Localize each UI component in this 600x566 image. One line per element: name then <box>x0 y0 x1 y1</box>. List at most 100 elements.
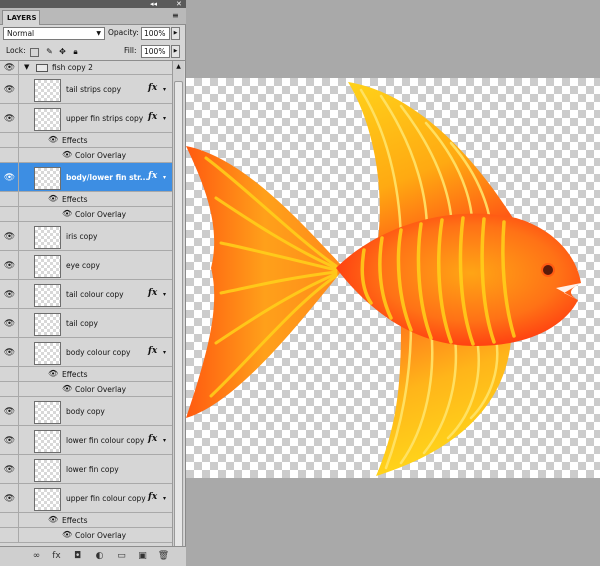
fx-expand-icon[interactable]: ▾ <box>163 86 166 93</box>
layer-row[interactable]: 👁︎ body copy <box>0 397 172 426</box>
fx-icon[interactable]: fx <box>148 346 157 356</box>
expand-triangle-icon[interactable]: ▼ <box>24 63 29 71</box>
layer-row[interactable]: 👁︎ body colour copy fx ▾ <box>0 338 172 367</box>
layer-thumbnail[interactable] <box>34 108 61 131</box>
folder-icon[interactable]: ▭ <box>115 550 128 563</box>
visibility-eye-icon[interactable]: 👁︎ <box>3 114 16 124</box>
effect-visibility-eye-icon[interactable]: 👁︎ <box>48 515 58 524</box>
mask-icon[interactable]: ◘ <box>71 550 84 563</box>
fx-icon[interactable]: fx <box>148 112 157 122</box>
link-icon[interactable]: ∞ <box>30 550 43 563</box>
fx-expand-icon[interactable]: ▾ <box>163 115 166 122</box>
lock-transparency-icon[interactable] <box>30 48 39 57</box>
layer-row[interactable]: 👁︎ tail copy <box>0 309 172 338</box>
fx-icon[interactable]: fx <box>148 434 157 444</box>
layer-row[interactable]: 👁︎ body/lower fin str... fx ▾ <box>0 163 172 192</box>
lock-image-icon[interactable]: ✎ <box>45 47 54 56</box>
scroll-thumb[interactable] <box>174 81 183 561</box>
visibility-eye-icon[interactable]: 👁︎ <box>3 348 16 358</box>
opacity-field[interactable]: 100% <box>141 27 170 40</box>
visibility-eye-icon[interactable]: 👁︎ <box>3 232 16 242</box>
effect-visibility-eye-icon[interactable]: 👁︎ <box>62 150 72 159</box>
lock-label: Lock: <box>6 46 26 55</box>
layer-thumbnail[interactable] <box>34 167 61 190</box>
fx-expand-icon[interactable]: ▾ <box>163 437 166 444</box>
visibility-eye-icon[interactable]: 👁︎ <box>3 63 16 73</box>
effect-visibility-eye-icon[interactable]: 👁︎ <box>48 369 58 378</box>
close-icon[interactable]: ✕ <box>176 0 182 8</box>
layer-row[interactable]: 👁︎ lower fin copy <box>0 455 172 484</box>
lock-position-icon[interactable]: ✥ <box>58 47 67 56</box>
effect-visibility-eye-icon[interactable]: 👁︎ <box>62 384 72 393</box>
scroll-up-icon[interactable]: ▲ <box>173 61 184 72</box>
layer-thumbnail[interactable] <box>34 284 61 307</box>
layer-row[interactable]: 👁︎ upper fin colour copy fx ▾ <box>0 484 172 513</box>
effects-row[interactable]: 👁︎ Effects <box>0 367 172 382</box>
panel-menu-icon[interactable]: ≡ <box>172 11 182 21</box>
visibility-eye-icon[interactable]: 👁︎ <box>3 290 16 300</box>
opacity-stepper[interactable]: ▶ <box>171 27 180 40</box>
layer-thumbnail[interactable] <box>34 255 61 278</box>
visibility-eye-icon[interactable]: 👁︎ <box>3 85 16 95</box>
tab-layers[interactable]: LAYERS <box>2 10 40 25</box>
row-divider <box>18 75 19 103</box>
effect-row[interactable]: 👁︎ Color Overlay <box>0 528 172 543</box>
effects-row[interactable]: 👁︎ Effects <box>0 192 172 207</box>
document-canvas[interactable] <box>186 78 600 478</box>
effect-visibility-eye-icon[interactable]: 👁︎ <box>62 209 72 218</box>
layer-thumbnail[interactable] <box>34 488 61 511</box>
visibility-eye-icon[interactable]: 👁︎ <box>3 465 16 475</box>
layer-name: body/lower fin str... <box>66 173 149 182</box>
layer-row[interactable]: 👁︎ eye copy <box>0 251 172 280</box>
visibility-eye-icon[interactable]: 👁︎ <box>3 319 16 329</box>
layer-row[interactable]: 👁︎ tail colour copy fx ▾ <box>0 280 172 309</box>
layer-list: 👁︎ ▼ fish copy 2 👁︎ tail strips copy fx ▾ 👁︎ upp… <box>0 61 172 546</box>
visibility-eye-icon[interactable]: 👁︎ <box>3 436 16 446</box>
layer-row[interactable]: 👁︎ upper fin strips copy fx ▾ <box>0 104 172 133</box>
layer-thumbnail[interactable] <box>34 226 61 249</box>
new-layer-icon[interactable]: ▣ <box>136 550 149 563</box>
effect-row[interactable]: 👁︎ Color Overlay <box>0 148 172 163</box>
fx-expand-icon[interactable]: ▾ <box>163 349 166 356</box>
adjustment-icon[interactable]: ◐ <box>93 550 106 563</box>
fx-expand-icon[interactable]: ▾ <box>163 495 166 502</box>
layer-thumbnail[interactable] <box>34 342 61 365</box>
fx-icon[interactable]: fx <box>148 288 157 298</box>
fx-expand-icon[interactable]: ▾ <box>163 174 166 181</box>
effect-row[interactable]: 👁︎ Color Overlay <box>0 382 172 397</box>
effects-row[interactable]: 👁︎ Effects <box>0 133 172 148</box>
layer-thumbnail[interactable] <box>34 430 61 453</box>
fx-icon[interactable]: fx <box>148 171 157 181</box>
layer-name: Color Overlay <box>75 531 127 540</box>
collapse-icon[interactable]: ◂◂ <box>150 0 157 8</box>
layer-thumbnail[interactable] <box>34 313 61 336</box>
lock-all-icon[interactable]: 🔒︎ <box>71 47 80 56</box>
effects-row[interactable]: 👁︎ Effects <box>0 513 172 528</box>
visibility-eye-icon[interactable]: 👁︎ <box>3 494 16 504</box>
fx-icon[interactable]: fx <box>148 83 157 93</box>
layer-thumbnail[interactable] <box>34 79 61 102</box>
fill-stepper[interactable]: ▶ <box>171 45 180 58</box>
effect-row[interactable]: 👁︎ Color Overlay <box>0 207 172 222</box>
fill-field[interactable]: 100% <box>141 45 170 58</box>
fx-icon[interactable]: fx <box>148 492 157 502</box>
blend-mode-select[interactable]: Normal ▼ <box>3 27 105 40</box>
layer-name: upper fin strips copy <box>66 114 144 123</box>
layer-group-row[interactable]: 👁︎ ▼ fish copy 2 <box>0 61 172 75</box>
fx-expand-icon[interactable]: ▾ <box>163 291 166 298</box>
canvas-area[interactable] <box>186 0 600 566</box>
layer-thumbnail[interactable] <box>34 459 61 482</box>
layer-row[interactable]: 👁︎ iris copy <box>0 222 172 251</box>
visibility-eye-icon[interactable]: 👁︎ <box>3 407 16 417</box>
layer-row[interactable]: 👁︎ tail strips copy fx ▾ <box>0 75 172 104</box>
visibility-eye-icon[interactable]: 👁︎ <box>3 261 16 271</box>
layer-row[interactable]: 👁︎ lower fin colour copy fx ▾ <box>0 426 172 455</box>
effect-visibility-eye-icon[interactable]: 👁︎ <box>62 530 72 539</box>
trash-icon[interactable]: 🗑 <box>157 550 170 563</box>
visibility-eye-icon[interactable]: 👁︎ <box>3 173 16 183</box>
effect-visibility-eye-icon[interactable]: 👁︎ <box>48 194 58 203</box>
fx-icon[interactable]: fx <box>50 550 63 563</box>
layer-thumbnail[interactable] <box>34 401 61 424</box>
layer-list-scrollbar[interactable]: ▲ <box>172 61 184 561</box>
effect-visibility-eye-icon[interactable]: 👁︎ <box>48 135 58 144</box>
